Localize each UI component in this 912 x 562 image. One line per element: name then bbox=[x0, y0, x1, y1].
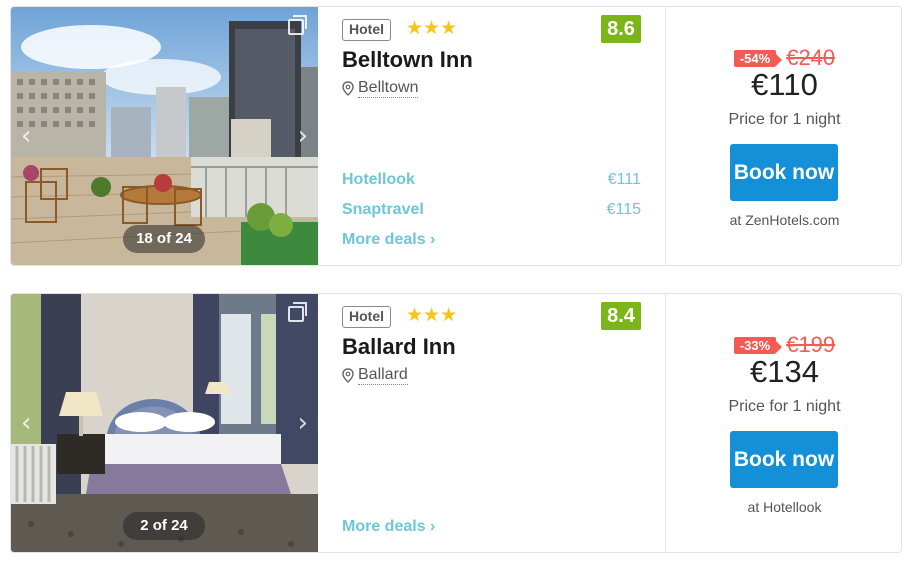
price-box: -54% €240 €110 Price for 1 night Book no… bbox=[665, 7, 901, 265]
deal-price: €115 bbox=[606, 201, 641, 218]
star-rating-icon: ★★★ bbox=[406, 17, 458, 39]
location-label: Belltown bbox=[358, 79, 419, 98]
booking-site: at Hotellook bbox=[747, 499, 822, 515]
more-deals-link[interactable]: More deals › bbox=[342, 231, 435, 249]
photo-counter: 2 of 24 bbox=[123, 512, 205, 540]
hotel-photo[interactable]: ‹ › 18 of 24 bbox=[11, 7, 318, 265]
gallery-icon[interactable] bbox=[288, 15, 307, 35]
next-photo-icon[interactable]: › bbox=[298, 121, 308, 151]
hotel-location[interactable]: Belltown bbox=[342, 79, 419, 98]
property-type-badge: Hotel bbox=[342, 19, 391, 41]
prev-photo-icon[interactable]: ‹ bbox=[21, 408, 31, 438]
discount-badge: -33% bbox=[733, 336, 783, 354]
current-price: €110 bbox=[751, 67, 818, 102]
location-pin-icon bbox=[342, 81, 354, 96]
photo-counter: 18 of 24 bbox=[123, 225, 205, 253]
review-score-badge[interactable]: 8.4 bbox=[601, 302, 641, 330]
hotel-photo[interactable]: ‹ › 2 of 24 bbox=[11, 294, 318, 552]
discount-badge: -54% bbox=[733, 49, 783, 67]
deal-provider: Hotellook bbox=[342, 171, 415, 188]
prev-photo-icon[interactable]: ‹ bbox=[21, 121, 31, 151]
hotel-card[interactable]: ‹ › 18 of 24 Hotel ★★★ 8.6 Belltown Inn … bbox=[10, 6, 902, 266]
hotel-info: Hotel ★★★ 8.4 Ballard Inn Ballard More d… bbox=[318, 294, 665, 552]
next-photo-icon[interactable]: › bbox=[298, 408, 308, 438]
location-label: Ballard bbox=[358, 366, 408, 385]
book-now-button[interactable]: Book now bbox=[730, 431, 838, 488]
hotel-info: Hotel ★★★ 8.6 Belltown Inn Belltown Hote… bbox=[318, 7, 665, 265]
deal-price: €111 bbox=[607, 171, 641, 188]
star-rating-icon: ★★★ bbox=[406, 304, 458, 326]
book-now-button[interactable]: Book now bbox=[730, 144, 838, 201]
current-price: €134 bbox=[750, 354, 819, 389]
gallery-icon[interactable] bbox=[288, 302, 307, 322]
deal-provider: Snaptravel bbox=[342, 201, 424, 218]
price-note: Price for 1 night bbox=[728, 111, 841, 128]
booking-site: at ZenHotels.com bbox=[729, 212, 840, 228]
review-score-badge[interactable]: 8.6 bbox=[601, 15, 641, 43]
property-type-badge: Hotel bbox=[342, 306, 391, 328]
price-box: -33% €199 €134 Price for 1 night Book no… bbox=[665, 294, 901, 552]
hotel-name[interactable]: Ballard Inn bbox=[342, 334, 456, 360]
hotel-card[interactable]: ‹ › 2 of 24 Hotel ★★★ 8.4 Ballard Inn Ba… bbox=[10, 293, 902, 553]
more-deals-link[interactable]: More deals › bbox=[342, 518, 435, 536]
location-pin-icon bbox=[342, 368, 354, 383]
hotel-location[interactable]: Ballard bbox=[342, 366, 408, 385]
hotel-name[interactable]: Belltown Inn bbox=[342, 47, 473, 73]
price-note: Price for 1 night bbox=[728, 398, 841, 415]
